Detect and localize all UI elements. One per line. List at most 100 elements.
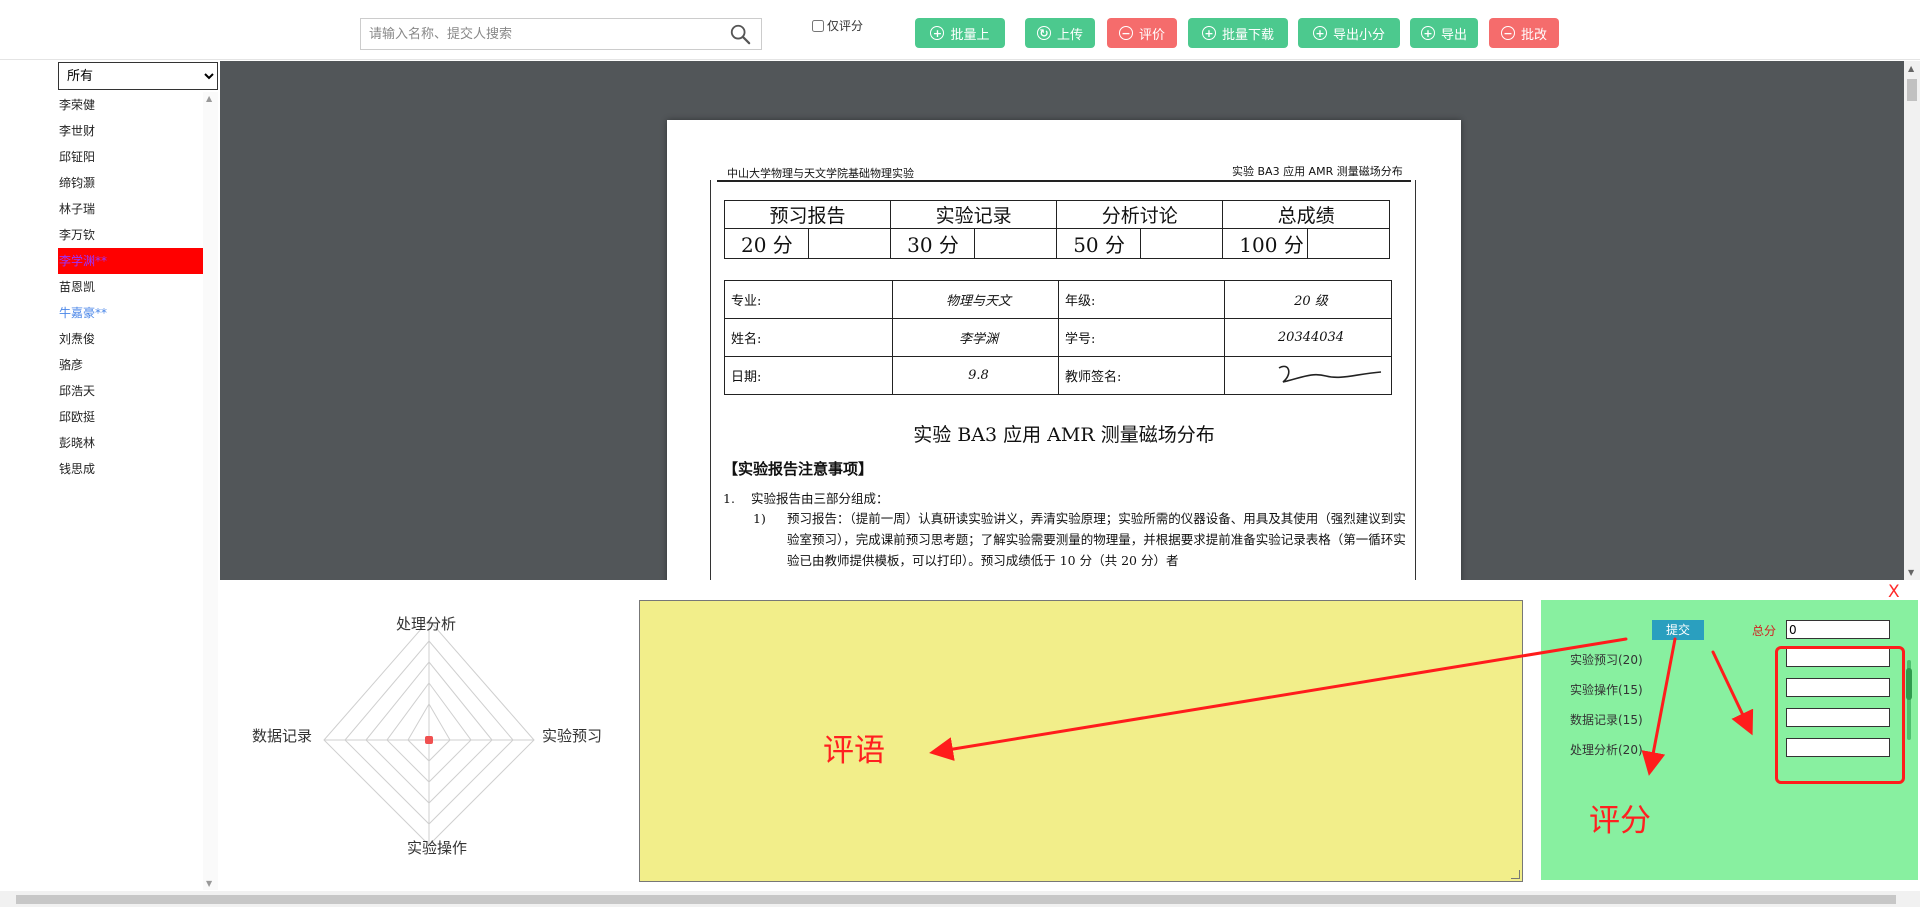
annotation-comment-label: 评语 bbox=[823, 733, 885, 769]
margin-line-right bbox=[1415, 180, 1416, 580]
only-score-toggle[interactable]: 仅评分 bbox=[812, 17, 863, 34]
scrollbar-thumb[interactable] bbox=[1907, 79, 1917, 101]
paragraph-text: 预习报告：（提前一周）认真研读实验讲义，弄清实验原理；实验所需的仪器设备、用具及… bbox=[787, 511, 1406, 568]
notice-item-1: 1. 实验报告由三部分组成： bbox=[723, 488, 889, 507]
radar-label-bottom: 实验操作 bbox=[407, 839, 468, 857]
student-list-item[interactable]: 邱欧挺 bbox=[58, 404, 203, 430]
name-label: 姓名: bbox=[724, 318, 893, 357]
search-input[interactable] bbox=[369, 19, 719, 49]
page-horizontal-scrollbar[interactable] bbox=[0, 891, 1920, 907]
student-list-item[interactable]: 邱浩天 bbox=[58, 378, 203, 404]
criterion-label: 处理分析(20) bbox=[1570, 743, 1643, 757]
student-sidebar: 所有 李荣健 李世财 邱钲阳 缔钧灏 林子瑞 李万钦 李学渊** 苗恩凯 牛嘉豪** 刘焘俊 骆彦邱… bbox=[58, 60, 218, 890]
date-value: 9.8 bbox=[892, 356, 1059, 395]
scroll-up-icon[interactable]: ▲ bbox=[1908, 64, 1914, 73]
score-table: 预习报告 实验记录 分析讨论 总成绩 20 分 30 分 50 分 100 分 bbox=[723, 200, 1391, 259]
student-info-table: 专业: 物理与天文 年级: 20 级 姓名: 李学渊 学号: 20344034 … bbox=[724, 280, 1392, 395]
minus-circle-icon: − bbox=[1118, 26, 1133, 40]
toolbar-button[interactable]: + 批量下载 bbox=[1188, 18, 1288, 48]
total-score-input[interactable] bbox=[1786, 620, 1890, 639]
document-viewer[interactable]: 中山大学物理与天文学院基础物理实验 实验 BA3 应用 AMR 测量磁场分布 预… bbox=[220, 61, 1904, 580]
teacher-signature bbox=[1224, 356, 1392, 395]
score-header-cell: 分析讨论 bbox=[1056, 200, 1224, 229]
scroll-down-icon[interactable]: ▼ bbox=[206, 879, 212, 888]
score-table-header-row: 预习报告 实验记录 分析讨论 总成绩 bbox=[723, 200, 1390, 229]
toolbar-button-label: 导出小分 bbox=[1332, 27, 1385, 43]
notice-heading: 【实验报告注意事项】 bbox=[723, 460, 874, 478]
student-list-item[interactable]: 邱钲阳 bbox=[58, 144, 203, 170]
student-list-item[interactable]: 李学渊** bbox=[58, 248, 203, 274]
toolbar-button[interactable]: − 批改 bbox=[1489, 18, 1559, 48]
criterion-label: 实验操作(15) bbox=[1570, 683, 1643, 697]
resize-grip-icon[interactable] bbox=[1511, 870, 1520, 879]
only-score-checkbox[interactable] bbox=[812, 19, 824, 32]
comment-area bbox=[639, 600, 1523, 882]
score-blank-cell bbox=[1306, 228, 1391, 259]
student-list-item[interactable]: 李荣健 bbox=[58, 92, 203, 118]
score-header-cell: 总成绩 bbox=[1222, 200, 1390, 229]
scrollbar-thumb[interactable] bbox=[16, 895, 1896, 904]
score-max-cell: 30 分 bbox=[890, 228, 976, 259]
toolbar-button-label: 上传 bbox=[1056, 27, 1083, 43]
score-max-cell: 20 分 bbox=[724, 228, 809, 259]
student-list-item[interactable]: 苗恩凯 bbox=[58, 274, 203, 300]
top-toolbar: 仅评分 +批量上↻上传−评价+批量下载+导出小分+导出−批改 bbox=[0, 0, 1920, 60]
radar-center-point bbox=[425, 736, 433, 744]
student-list-item[interactable]: 刘焘俊 bbox=[58, 326, 203, 352]
scroll-up-icon[interactable]: ▲ bbox=[206, 94, 212, 103]
toolbar-button[interactable]: + 导出小分 bbox=[1298, 18, 1400, 48]
score-max-cell: 50 分 bbox=[1056, 228, 1142, 259]
scroll-down-icon[interactable]: ▼ bbox=[1908, 568, 1914, 577]
student-list-item[interactable]: 钱思成 bbox=[58, 456, 203, 482]
radar-label-top: 处理分析 bbox=[396, 615, 457, 633]
major-value: 物理与天文 bbox=[892, 280, 1059, 319]
sidebar-scrollbar[interactable]: ▲ ▼ bbox=[203, 92, 218, 890]
toolbar-button-label: 评价 bbox=[1138, 27, 1165, 43]
toolbar-button-label: 批量上 bbox=[950, 27, 990, 43]
only-score-label: 仅评分 bbox=[827, 19, 864, 33]
margin-line-left bbox=[710, 180, 711, 580]
panel-scrollbar[interactable] bbox=[1903, 660, 1915, 740]
student-id-label: 学号: bbox=[1058, 318, 1225, 357]
teacher-sign-label: 教师签名: bbox=[1058, 356, 1225, 395]
score-table-value-row: 20 分 30 分 50 分 100 分 bbox=[724, 228, 1391, 259]
scrollbar-thumb[interactable] bbox=[1906, 668, 1912, 700]
toolbar-button[interactable]: + 批量上 bbox=[915, 18, 1005, 48]
criterion-label: 数据记录(15) bbox=[1570, 713, 1643, 727]
student-list-item[interactable]: 骆彦 bbox=[58, 352, 203, 378]
minus-circle-icon: − bbox=[1500, 26, 1515, 40]
highlight-box bbox=[1775, 646, 1905, 784]
close-panel-icon[interactable]: X bbox=[1888, 582, 1900, 602]
grading-app: 仅评分 +批量上↻上传−评价+批量下载+导出小分+导出−批改 所有 李荣健李世财… bbox=[0, 0, 1920, 907]
radar-label-left: 数据记录 bbox=[252, 727, 313, 745]
plus-circle-icon: + bbox=[930, 26, 945, 40]
toolbar-button-label: 批改 bbox=[1520, 27, 1547, 43]
report-page: 中山大学物理与天文学院基础物理实验 实验 BA3 应用 AMR 测量磁场分布 预… bbox=[667, 120, 1461, 580]
score-max-cell: 100 分 bbox=[1222, 228, 1308, 259]
student-list-item[interactable]: 彭晓林 bbox=[58, 430, 203, 456]
student-list-item[interactable]: 林子瑞 bbox=[58, 196, 203, 222]
score-blank-cell bbox=[1140, 228, 1224, 259]
student-filter-select[interactable]: 所有 bbox=[58, 62, 218, 90]
comment-textarea[interactable] bbox=[640, 601, 1522, 881]
plus-circle-icon: + bbox=[1420, 26, 1435, 40]
item-number: 1. bbox=[723, 491, 735, 506]
submit-button[interactable]: 提交 bbox=[1652, 620, 1704, 640]
score-blank-cell bbox=[807, 228, 892, 259]
toolbar-button[interactable]: ↻ 上传 bbox=[1025, 18, 1095, 48]
name-value: 李学渊 bbox=[892, 318, 1059, 357]
search-icon[interactable] bbox=[729, 23, 751, 45]
student-list-item[interactable]: 缔钧灏 bbox=[58, 170, 203, 196]
student-id-value: 20344034 bbox=[1224, 318, 1392, 357]
search-box bbox=[360, 18, 762, 50]
total-score-label: 总分 bbox=[1752, 624, 1777, 638]
student-list-item[interactable]: 李世财 bbox=[58, 118, 203, 144]
student-list-item[interactable]: 李万钦 bbox=[58, 222, 203, 248]
student-list-item[interactable]: 牛嘉豪** bbox=[58, 300, 203, 326]
viewer-scrollbar[interactable]: ▲ ▼ bbox=[1904, 61, 1920, 580]
header-rule bbox=[717, 180, 1411, 182]
score-header-cell: 预习报告 bbox=[723, 200, 892, 229]
toolbar-button[interactable]: + 导出 bbox=[1410, 18, 1478, 48]
toolbar-button[interactable]: − 评价 bbox=[1107, 18, 1177, 48]
score-header-cell: 实验记录 bbox=[890, 200, 1058, 229]
